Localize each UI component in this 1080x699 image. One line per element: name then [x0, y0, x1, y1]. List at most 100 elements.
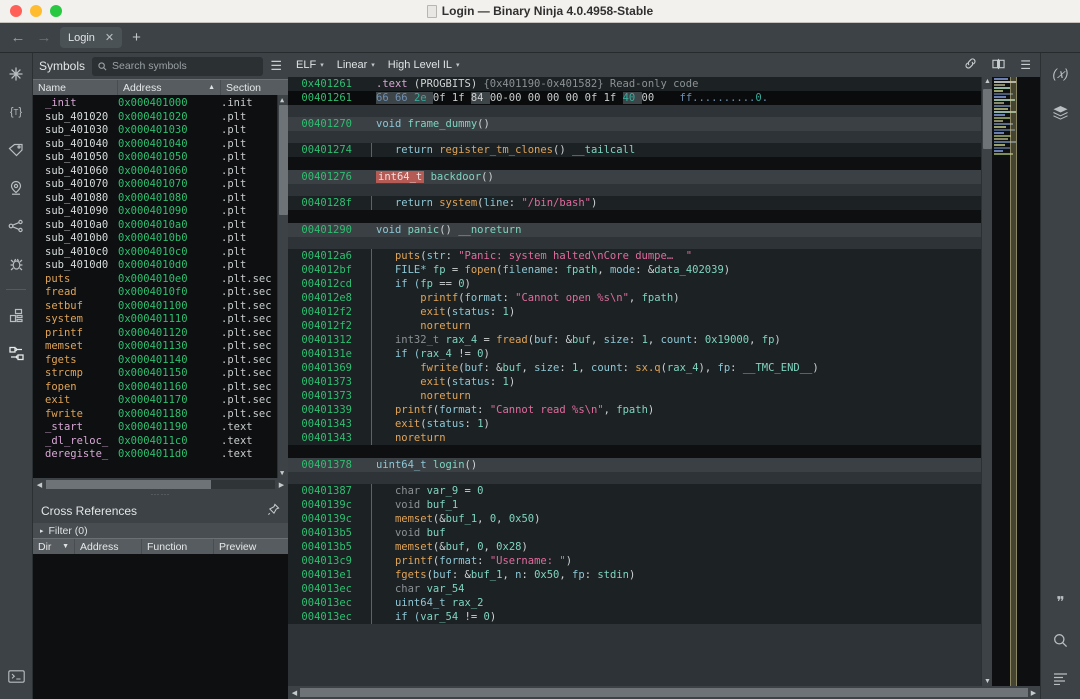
code-line[interactable]: 00401261 66 66 2e 0f 1f 84 00-00 00 00 00… — [288, 91, 981, 105]
scroll-right-arrow[interactable]: ▶ — [276, 481, 287, 489]
table-row[interactable]: fopen 0x000401160 .plt.sec — [33, 381, 288, 395]
code-line[interactable]: 00401369 fwrite(buf: &buf, size: 1, coun… — [288, 361, 981, 375]
table-row[interactable]: sub_4010a0 0x0004010a0 .plt — [33, 219, 288, 233]
hscroll-track[interactable] — [46, 480, 275, 489]
table-row[interactable]: exit 0x000401170 .plt.sec — [33, 394, 288, 408]
cross-references-icon[interactable] — [3, 340, 29, 366]
table-row[interactable]: sub_401040 0x000401040 .plt — [33, 138, 288, 152]
table-row[interactable]: sub_4010b0 0x0004010b0 .plt — [33, 232, 288, 246]
xref-rows[interactable] — [33, 554, 288, 699]
code-line[interactable]: 004012a6 puts(str: "Panic: system halted… — [288, 249, 981, 263]
forward-button[interactable]: → — [34, 30, 54, 45]
link-sync-icon[interactable] — [963, 57, 978, 73]
code-line[interactable]: 004013ec uint64_t rax_2 — [288, 596, 981, 610]
table-row[interactable]: sub_401060 0x000401060 .plt — [33, 165, 288, 179]
search-symbols-field[interactable]: Search symbols — [92, 56, 264, 76]
code-line[interactable]: 00401378 uint64_t login() — [288, 458, 981, 472]
table-row[interactable]: fwrite 0x000401180 .plt.sec — [33, 408, 288, 422]
bookmarks-icon[interactable] — [3, 175, 29, 201]
code-line[interactable]: 004012f2 noreturn — [288, 319, 981, 333]
code-line[interactable]: 004012cd if (fp == 0) — [288, 277, 981, 291]
code-line[interactable]: 00401343 noreturn — [288, 431, 981, 445]
code-line[interactable]: 004013ec char var_54 — [288, 582, 981, 596]
disassembly-listing[interactable]: 0x401261 .text (PROGBITS) {0x401190-0x401… — [288, 77, 981, 686]
code-line[interactable]: 00401373 noreturn — [288, 389, 981, 403]
symbols-table[interactable]: _init 0x000401000 .init sub_401020 0x0004010… — [33, 95, 288, 478]
symbols-icon[interactable] — [3, 61, 29, 87]
comments-icon[interactable]: ❞ — [1048, 589, 1074, 615]
tab-login[interactable]: Login ✕ — [60, 27, 123, 48]
table-row[interactable]: fread 0x0004010f0 .plt.sec — [33, 286, 288, 300]
components-icon[interactable] — [3, 302, 29, 328]
code-line[interactable]: 00401290 void panic() __noreturn — [288, 223, 981, 237]
symbols-menu-icon[interactable]: ☰ — [270, 58, 282, 74]
table-row[interactable]: sub_4010d0 0x0004010d0 .plt — [33, 259, 288, 273]
console-icon[interactable] — [3, 663, 29, 689]
minimap-viewport-indicator[interactable] — [1010, 77, 1017, 686]
code-hscroll-track[interactable] — [300, 688, 1028, 697]
split-pane-icon[interactable] — [991, 58, 1006, 73]
code-horizontal-scrollbar[interactable]: ◀ ▶ — [288, 686, 1040, 699]
code-line[interactable]: 004013b5 memset(&buf, 0, 0x28) — [288, 540, 981, 554]
table-row[interactable]: puts 0x0004010e0 .plt.sec — [33, 273, 288, 287]
code-line[interactable]: 0040128f return system(line: "/bin/bash"… — [288, 196, 981, 210]
debugger-icon[interactable] — [3, 251, 29, 277]
code-line[interactable]: 00401276 int64_t backdoor() — [288, 170, 981, 184]
stack-layers-icon[interactable] — [1048, 99, 1074, 125]
column-header-address[interactable]: Address ▲ — [118, 80, 221, 95]
graph-icon[interactable] — [3, 213, 29, 239]
il-level-dropdown[interactable]: High Level IL ▾ — [388, 59, 460, 71]
code-line[interactable]: 0040139c memset(&buf_1, 0, 0x50) — [288, 512, 981, 526]
table-row[interactable]: _dl_reloc_ 0x0004011c0 .text — [33, 435, 288, 449]
code-line[interactable]: 00401270 void frame_dummy() — [288, 117, 981, 131]
code-line[interactable]: 004013e1 fgets(buf: &buf_1, n: 0x50, fp:… — [288, 568, 981, 582]
table-row[interactable]: sub_401070 0x000401070 .plt — [33, 178, 288, 192]
log-icon[interactable] — [1048, 665, 1074, 691]
new-tab-button[interactable]: + — [128, 29, 145, 46]
code-line[interactable]: 0040139c void buf_1 — [288, 498, 981, 512]
code-line[interactable]: 00401274 return register_tm_clones() __t… — [288, 143, 981, 157]
table-row[interactable]: fgets 0x000401140 .plt.sec — [33, 354, 288, 368]
column-header-function[interactable]: Function — [142, 539, 214, 554]
column-header-xref-address[interactable]: Address — [75, 539, 142, 554]
variables-icon[interactable]: (𝑥) — [1048, 61, 1074, 87]
types-icon[interactable]: {T} — [3, 99, 29, 125]
table-row[interactable]: memset 0x000401130 .plt.sec — [33, 340, 288, 354]
code-line[interactable]: 00401339 printf(format: "Cannot read %s\… — [288, 403, 981, 417]
chevron-right-icon[interactable]: ▸ — [40, 527, 44, 535]
tags-icon[interactable] — [3, 137, 29, 163]
code-minimap[interactable] — [992, 77, 1040, 686]
scroll-down-arrow[interactable]: ▼ — [984, 678, 991, 685]
code-hscroll-thumb[interactable] — [300, 688, 1028, 697]
code-line[interactable]: 004012e8 printf(format: "Cannot open %s\… — [288, 291, 981, 305]
scroll-left-arrow[interactable]: ◀ — [34, 481, 45, 489]
code-line[interactable]: 004013c9 printf(format: "Username: ") — [288, 554, 981, 568]
table-row[interactable]: sub_401030 0x000401030 .plt — [33, 124, 288, 138]
table-row[interactable]: sub_401050 0x000401050 .plt — [33, 151, 288, 165]
code-line[interactable]: 0040131e if (rax_4 != 0) — [288, 347, 981, 361]
table-row[interactable]: sub_4010c0 0x0004010c0 .plt — [33, 246, 288, 260]
table-row[interactable]: system 0x000401110 .plt.sec — [33, 313, 288, 327]
table-row[interactable]: sub_401090 0x000401090 .plt — [33, 205, 288, 219]
code-line[interactable]: 00401373 exit(status: 1) — [288, 375, 981, 389]
scroll-down-arrow[interactable]: ▼ — [280, 469, 284, 477]
table-row[interactable]: strcmp 0x000401150 .plt.sec — [33, 367, 288, 381]
code-line[interactable]: 004013b5 void buf — [288, 526, 981, 540]
hscroll-thumb[interactable] — [46, 480, 211, 489]
column-header-section[interactable]: Section — [221, 80, 288, 95]
column-header-name[interactable]: Name — [33, 80, 118, 95]
code-line[interactable]: 00401343 exit(status: 1) — [288, 417, 981, 431]
scroll-left-arrow[interactable]: ◀ — [289, 689, 300, 697]
pin-icon[interactable] — [267, 503, 280, 519]
table-row[interactable]: sub_401020 0x000401020 .plt — [33, 111, 288, 125]
search-icon[interactable] — [1048, 627, 1074, 653]
column-header-dir[interactable]: Dir ▼ — [33, 539, 75, 554]
scroll-right-arrow[interactable]: ▶ — [1028, 689, 1039, 697]
code-line[interactable]: 00401387 char var_9 = 0 — [288, 484, 981, 498]
code-line[interactable]: 00401312 int32_t rax_4 = fread(buf: &buf… — [288, 333, 981, 347]
code-line[interactable]: 004012bf FILE* fp = fopen(filename: fpat… — [288, 263, 981, 277]
view-options-icon[interactable]: ☰ — [1019, 58, 1032, 72]
table-row[interactable]: printf 0x000401120 .plt.sec — [33, 327, 288, 341]
format-dropdown[interactable]: ELF ▾ — [296, 59, 324, 71]
table-row[interactable]: _init 0x000401000 .init — [33, 97, 288, 111]
